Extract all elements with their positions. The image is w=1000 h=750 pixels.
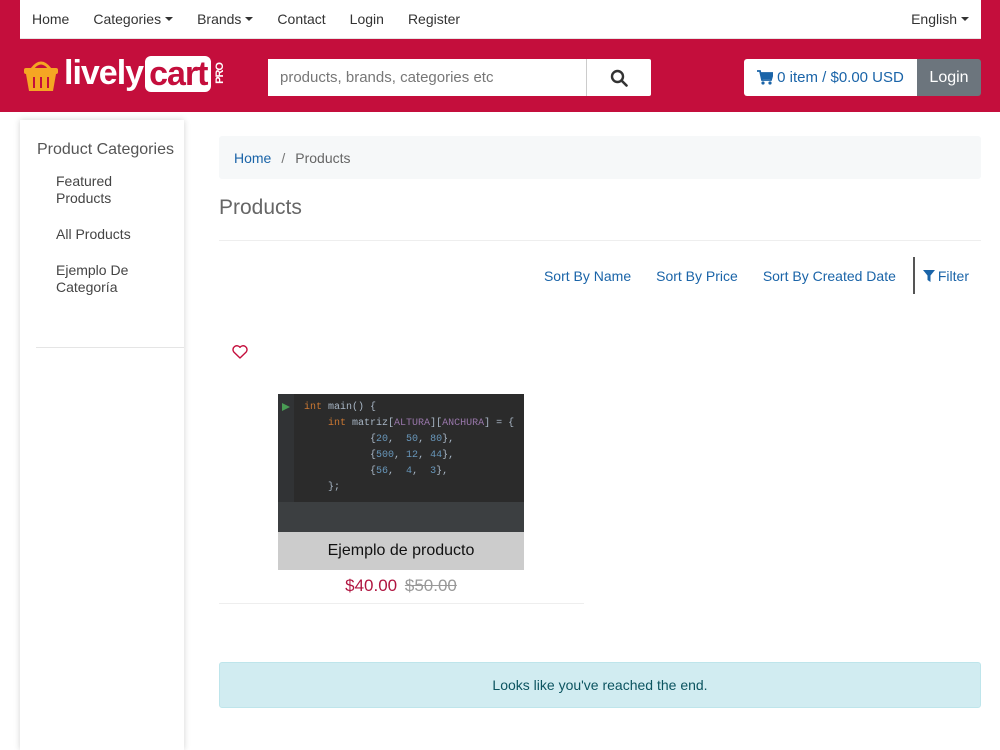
login-button[interactable]: Login — [917, 59, 981, 96]
sidebar-item-ejemplo-de-categoria[interactable]: Ejemplo De Categoría — [56, 262, 146, 296]
search-bar — [268, 59, 651, 96]
product-sale-price: $40.00 — [345, 576, 398, 595]
breadcrumb-current: Products — [295, 149, 351, 166]
product-image[interactable]: int main() { int matriz[ALTURA][ANCHURA]… — [278, 394, 524, 570]
search-icon — [610, 69, 628, 87]
shopping-cart-icon — [757, 70, 774, 85]
nav-login[interactable]: Login — [338, 0, 396, 38]
search-button[interactable] — [587, 59, 651, 96]
page-title: Products — [219, 196, 981, 241]
breadcrumb: Home / Products — [219, 136, 981, 179]
sort-by-name-link[interactable]: Sort By Name — [544, 268, 631, 284]
sidebar-title: Product Categories — [37, 141, 174, 158]
end-of-list-alert: Looks like you've reached the end. — [219, 662, 981, 708]
code-snippet-graphic: int main() { int matriz[ALTURA][ANCHURA]… — [304, 402, 515, 493]
main-content: Home / Products Products Sort By Name So… — [219, 136, 981, 708]
logo-wordmark: lively cart PRO — [64, 54, 226, 93]
filter-icon — [922, 269, 935, 282]
product-price: $40.00 $50.00 — [278, 576, 524, 596]
top-navbar: Home Categories Brands Contact Login Reg… — [20, 0, 981, 39]
category-list: Featured Products All Products Ejemplo D… — [20, 159, 184, 296]
nav-contact[interactable]: Contact — [265, 0, 337, 38]
sidebar-item-all-products[interactable]: All Products — [56, 226, 184, 243]
sort-divider — [912, 257, 915, 294]
breadcrumb-separator: / — [281, 149, 286, 166]
product-original-price: $50.00 — [404, 576, 457, 595]
product-name[interactable]: Ejemplo de producto — [278, 532, 524, 570]
language-dropdown[interactable]: English — [899, 0, 981, 38]
heart-icon[interactable] — [232, 345, 248, 359]
cart-summary-text: 0 item / $0.00 USD — [777, 69, 904, 86]
caret-down-icon — [165, 17, 174, 21]
sort-by-created-date-link[interactable]: Sort By Created Date — [763, 268, 896, 284]
category-sidebar: Product Categories Featured Products All… — [20, 120, 184, 750]
nav-brands-dropdown[interactable]: Brands — [185, 0, 265, 38]
nav-home[interactable]: Home — [20, 0, 81, 38]
language-label: English — [911, 11, 957, 27]
logo-lively: lively — [64, 54, 144, 92]
filter-button[interactable]: Filter — [922, 267, 969, 284]
caret-down-icon — [961, 17, 969, 21]
run-icon — [282, 403, 290, 411]
nav-categories-label: Categories — [93, 11, 162, 27]
site-logo[interactable]: lively cart PRO — [22, 54, 226, 93]
caret-down-icon — [245, 17, 254, 21]
breadcrumb-home[interactable]: Home — [234, 150, 271, 166]
logo-pro: PRO — [214, 63, 227, 84]
sort-toolbar: Sort By Name Sort By Price Sort By Creat… — [519, 257, 981, 294]
sidebar-item-featured-products[interactable]: Featured Products — [56, 173, 126, 207]
filter-label: Filter — [937, 267, 969, 284]
product-divider — [219, 603, 584, 604]
logo-cart: cart — [145, 55, 212, 92]
sidebar-divider — [36, 347, 184, 348]
search-input[interactable] — [268, 59, 587, 96]
cart-summary-button[interactable]: 0 item / $0.00 USD — [744, 59, 917, 96]
basket-icon — [24, 61, 58, 91]
sort-by-price-link[interactable]: Sort By Price — [656, 268, 738, 284]
nav-brands-label: Brands — [197, 11, 242, 27]
nav-register[interactable]: Register — [396, 0, 472, 38]
product-card[interactable]: int main() { int matriz[ALTURA][ANCHURA]… — [278, 394, 524, 596]
nav-categories-dropdown[interactable]: Categories — [81, 0, 185, 38]
